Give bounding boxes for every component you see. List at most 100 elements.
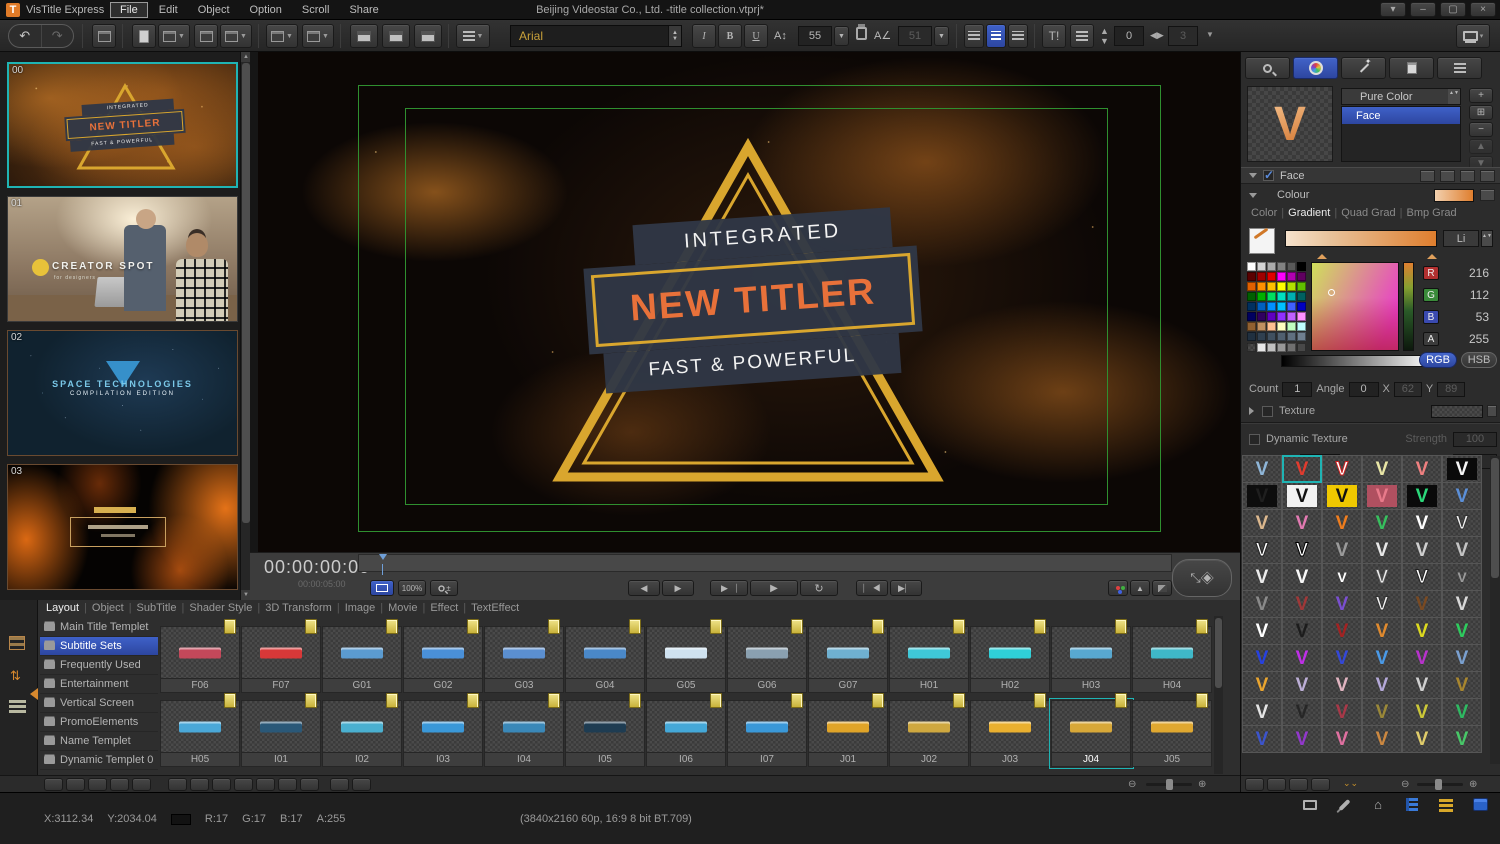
undo-button[interactable]: ↶ [9,25,41,47]
gradient-bar[interactable] [1285,230,1437,247]
home-button[interactable]: ⌂ [1368,796,1388,813]
zoom-out-icon[interactable]: ⊖ [1401,779,1409,790]
palette-swatch[interactable] [1277,282,1286,291]
template-I04[interactable]: I04 [484,693,565,767]
project-upload-button[interactable] [92,24,116,48]
palette-swatch[interactable] [1287,262,1296,271]
transform-mode-button[interactable]: ⤡◈ [1172,559,1232,597]
style-swatch-r3c6[interactable]: V [1442,509,1482,537]
style-swatch-r7c3[interactable]: V [1322,617,1362,645]
style-swatch-r4c4[interactable]: V [1362,536,1402,564]
style-zoom-slider[interactable] [1417,779,1463,790]
panel-tab-3d-transform[interactable]: 3D Transform [263,602,334,614]
palette-swatch[interactable] [1257,272,1266,281]
palette-swatch[interactable] [1247,302,1256,311]
template-H04[interactable]: H04 [1132,619,1213,693]
palette-swatch[interactable] [1267,292,1276,301]
render-clip-button-2[interactable] [382,24,410,48]
font-size-field[interactable]: 55 [798,26,832,46]
palette-swatch[interactable] [1267,272,1276,281]
style-swatch-r1c5[interactable]: V [1402,455,1442,483]
style-swatch-r6c5[interactable]: V [1402,590,1442,618]
zoom-in-icon[interactable]: ⊕ [1469,779,1477,790]
panel-tab-image[interactable]: Image [343,602,378,614]
tab-template[interactable] [1389,57,1434,79]
style-swatch-r4c6[interactable]: V [1442,536,1482,564]
style-swatch-r10c3[interactable]: V [1322,698,1362,726]
restore-button[interactable]: ▢ [1440,2,1466,17]
style-swatch-r8c1[interactable]: V [1242,644,1282,672]
template-J01[interactable]: J01 [808,693,889,767]
scrollbar-thumb[interactable] [242,63,250,523]
hierarchy-icon[interactable] [9,636,25,650]
palette-swatch[interactable] [1287,302,1296,311]
collapse-arrow-icon[interactable] [1249,173,1257,182]
style-tool-4[interactable] [1311,778,1330,791]
style-swatch-r11c5[interactable]: V [1402,725,1442,753]
expand-arrow-icon[interactable] [1249,407,1258,415]
bb-tool-4[interactable] [110,778,129,791]
template-J04[interactable]: J04 [1049,693,1134,769]
bb-tool-5[interactable] [132,778,151,791]
palette-swatch[interactable] [1297,332,1306,341]
style-swatch-r9c3[interactable]: V [1322,671,1362,699]
align-center-button[interactable] [986,24,1006,48]
palette-swatch[interactable] [1247,292,1256,301]
style-swatch-r6c2[interactable]: V [1282,590,1322,618]
tab-library[interactable] [1437,57,1482,79]
colour-tab-gradient[interactable]: Gradient [1288,207,1330,219]
loop-button[interactable]: ↻ [800,580,838,596]
palette-swatch[interactable] [1267,282,1276,291]
template-I06[interactable]: I06 [646,693,727,767]
grid-zoom-in-icon[interactable]: ⊕ [1198,779,1206,790]
style-swatch-r2c2[interactable]: V [1282,482,1322,510]
duplicate-layer-button[interactable]: ⊞ [1469,105,1493,120]
face-section-header[interactable]: Face [1241,167,1500,184]
style-swatch-r9c2[interactable]: V [1282,671,1322,699]
kerning-field[interactable]: 3 [1168,26,1198,46]
palette-swatch[interactable] [1277,272,1286,281]
layers-icon[interactable] [9,700,26,703]
palette-swatch[interactable] [1257,302,1266,311]
scene-thumbnail-03[interactable]: 03 [7,464,238,590]
scene-thumbnail-02[interactable]: 02 SPACE TECHNOLOGIES COMPILATION EDITION [7,330,238,456]
template-H02[interactable]: H02 [970,619,1051,693]
palette-swatch[interactable] [1247,322,1256,331]
template-I07[interactable]: I07 [727,693,808,767]
style-swatch-r10c1[interactable]: V [1242,698,1282,726]
palette-swatch[interactable] [1297,343,1306,352]
palette-swatch[interactable] [1247,332,1256,341]
render-clip-button-1[interactable] [350,24,378,48]
template-grid-scrollbar[interactable] [1214,616,1223,774]
palette-swatch[interactable] [1297,282,1306,291]
palette-swatch[interactable] [1257,262,1266,271]
save-button[interactable] [194,24,218,48]
interpolation-spinner[interactable]: ▲▼ [1481,230,1493,247]
saturation-picker[interactable] [1311,262,1399,351]
style-swatch-r7c5[interactable]: V [1402,617,1442,645]
panel-tab-layout[interactable]: Layout [44,602,81,614]
go-start-button[interactable]: ◀ [628,580,660,596]
bb-tool-6[interactable] [168,778,187,791]
style-swatch-r5c3[interactable]: V [1322,563,1362,591]
colour-tab-quad-grad[interactable]: Quad Grad [1341,207,1395,219]
category-dynamic-templet-0[interactable]: Dynamic Templet 0 [40,751,158,770]
texture-options-button[interactable] [1487,405,1497,417]
storage-button[interactable] [1470,796,1490,813]
menu-file[interactable]: File [110,2,148,18]
template-J02[interactable]: J02 [889,693,970,767]
menu-option[interactable]: Option [241,3,291,17]
hsb-mode-pill[interactable]: HSB [1461,352,1497,368]
style-swatch-r6c4[interactable]: V [1362,590,1402,618]
template-I02[interactable]: I02 [322,693,403,767]
alpha-value[interactable]: 255 [1469,332,1489,346]
paragraph-button[interactable] [1070,24,1094,48]
style-swatch-r5c5[interactable]: V [1402,563,1442,591]
texture-swatch[interactable] [1431,404,1483,418]
palette-swatch[interactable] [1247,262,1256,271]
palette-swatch[interactable] [1267,302,1276,311]
style-swatch-r1c2[interactable]: V [1282,455,1322,483]
panel-tab-object[interactable]: Object [90,602,126,614]
font-family-select[interactable]: Arial ▲ ▼ [510,25,682,47]
palette-swatch[interactable] [1297,292,1306,301]
